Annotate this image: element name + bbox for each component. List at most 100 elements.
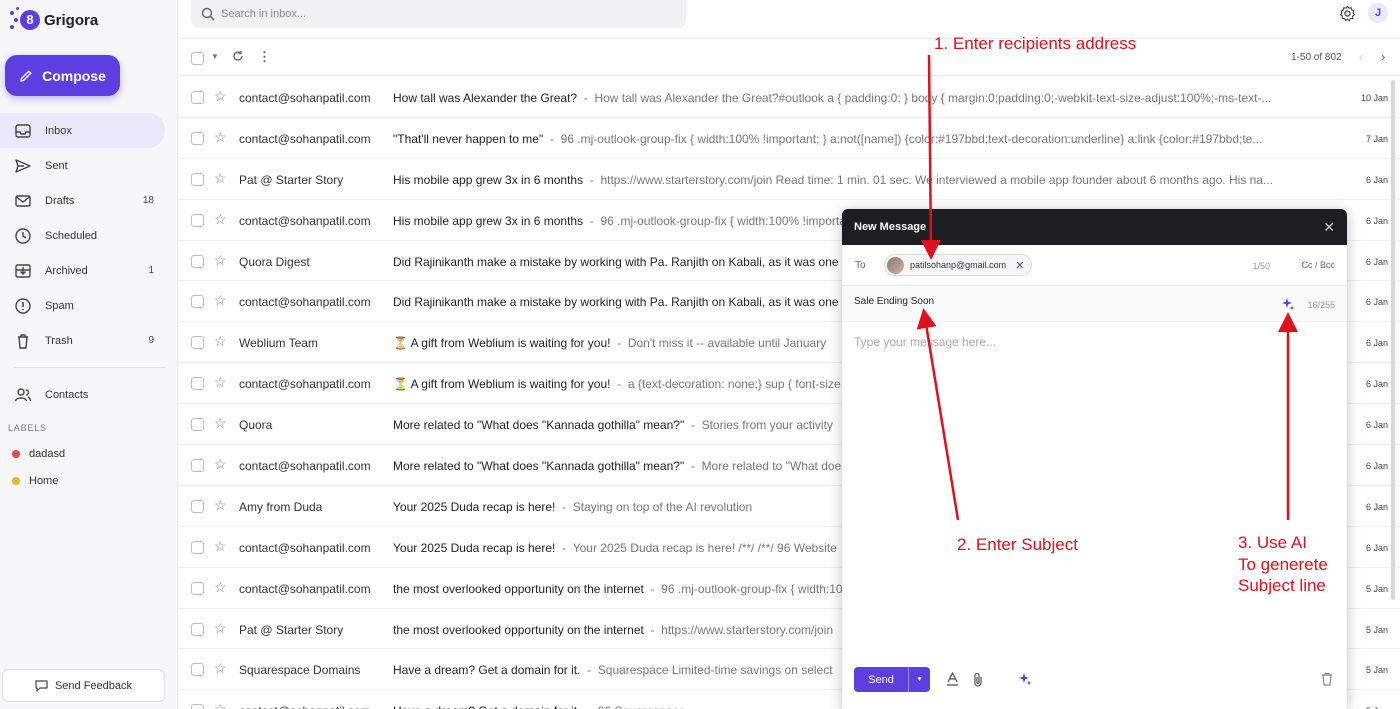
- star-icon[interactable]: ☆: [214, 579, 227, 596]
- sidebar-item-spam[interactable]: Spam: [0, 288, 178, 323]
- email-sender: contact@sohanpatil.com: [239, 581, 371, 596]
- star-icon[interactable]: ☆: [214, 456, 227, 473]
- email-select-checkbox[interactable]: [191, 704, 204, 709]
- send-feedback-button[interactable]: Send Feedback: [2, 669, 165, 702]
- sidebar-item-label: Inbox: [45, 124, 72, 137]
- recipient-chip[interactable]: patilsohanp@gmail.com ✕: [884, 254, 1033, 276]
- sidebar-item-label: Archived: [45, 264, 88, 277]
- email-sender: Quora Digest: [239, 254, 310, 269]
- star-icon[interactable]: ☆: [214, 497, 227, 514]
- star-icon[interactable]: ☆: [214, 538, 227, 555]
- labels-heading: LABELS: [8, 423, 47, 433]
- email-select-checkbox[interactable]: [191, 581, 204, 595]
- email-snippet: 96 .mj-outlook-group-fix { width:100%: [661, 581, 860, 596]
- list-scrollbar[interactable]: [1391, 80, 1395, 600]
- star-icon[interactable]: ☆: [214, 333, 227, 350]
- email-snippet-separator: -: [684, 418, 702, 433]
- star-icon[interactable]: ☆: [214, 129, 227, 146]
- star-icon[interactable]: ☆: [214, 701, 227, 709]
- message-body-placeholder[interactable]: Type your message here...: [854, 335, 996, 349]
- more-options-icon[interactable]: ⋮: [258, 49, 271, 65]
- star-icon[interactable]: ☆: [214, 170, 227, 187]
- email-select-checkbox[interactable]: [191, 131, 204, 145]
- star-icon[interactable]: ☆: [214, 660, 227, 677]
- label-item-dadasd[interactable]: dadasd: [12, 448, 65, 460]
- user-avatar[interactable]: J: [1368, 3, 1388, 23]
- email-select-checkbox[interactable]: [191, 336, 204, 350]
- logo-letter: 8: [20, 10, 40, 30]
- send-options-chevron-down-icon[interactable]: ▼: [909, 676, 930, 683]
- sidebar-item-label: Spam: [45, 299, 74, 312]
- email-select-checkbox[interactable]: [191, 213, 204, 227]
- compose-label: Compose: [42, 67, 106, 84]
- refresh-icon[interactable]: [232, 50, 244, 62]
- ai-sparkle-icon[interactable]: [1018, 672, 1032, 686]
- star-icon[interactable]: ☆: [214, 211, 227, 228]
- email-select-checkbox[interactable]: [191, 295, 204, 309]
- cc-bcc-toggle[interactable]: Cc / Bcc: [1301, 260, 1335, 270]
- search-input[interactable]: [221, 8, 661, 20]
- star-icon[interactable]: ☆: [214, 88, 227, 105]
- sidebar-item-drafts[interactable]: Drafts 18: [0, 183, 178, 218]
- archive-icon: [15, 263, 31, 278]
- email-row[interactable]: ☆ Pat @ Starter Story His mobile app grew …: [178, 159, 1400, 200]
- label-item-home[interactable]: Home: [12, 475, 58, 487]
- sidebar-item-scheduled[interactable]: Scheduled: [0, 218, 178, 253]
- sidebar-item-contacts[interactable]: Contacts: [0, 377, 178, 412]
- star-icon[interactable]: ☆: [214, 292, 227, 309]
- send-button[interactable]: Send ▼: [854, 667, 930, 692]
- email-select-checkbox[interactable]: [191, 418, 204, 432]
- email-date: 6 Jan: [1365, 215, 1388, 226]
- email-select-checkbox[interactable]: [191, 91, 204, 104]
- star-icon[interactable]: ☆: [214, 620, 227, 637]
- email-select-checkbox[interactable]: [191, 540, 204, 554]
- compose-footer: Send ▼: [842, 665, 1347, 709]
- email-snippet: https://www.starterstory.com/join Read t…: [600, 172, 1273, 187]
- sidebar-item-archived[interactable]: Archived 1: [0, 253, 178, 288]
- attachment-paperclip-icon[interactable]: [972, 672, 984, 687]
- recipients-field[interactable]: To patilsohanp@gmail.com ✕ 1/50 Cc / Bcc: [842, 245, 1347, 286]
- select-all-checkbox[interactable]: [191, 52, 204, 65]
- search-bar[interactable]: [191, 0, 686, 28]
- sidebar-item-inbox[interactable]: Inbox: [0, 113, 165, 148]
- close-icon[interactable]: ✕: [1323, 219, 1335, 236]
- sidebar-item-label: Drafts: [45, 194, 75, 207]
- select-options-chevron-down-icon[interactable]: ▼: [211, 52, 219, 61]
- ai-sparkle-icon[interactable]: [1281, 297, 1295, 311]
- email-row[interactable]: ☆ contact@sohanpatil.com "That'll never ha…: [178, 118, 1400, 159]
- settings-gear-icon[interactable]: [1339, 5, 1356, 22]
- email-select-checkbox[interactable]: [191, 499, 204, 513]
- prev-page-chevron-left-icon[interactable]: ‹: [1359, 49, 1363, 64]
- email-select-checkbox[interactable]: [191, 377, 204, 391]
- star-icon[interactable]: ☆: [214, 374, 227, 391]
- search-icon: [201, 7, 215, 21]
- star-icon[interactable]: ☆: [214, 415, 227, 432]
- email-sender: contact@sohanpatil.com: [239, 540, 371, 555]
- email-select-checkbox[interactable]: [191, 663, 204, 677]
- email-select-checkbox[interactable]: [191, 254, 204, 268]
- compose-window-header: New Message ✕: [842, 209, 1347, 245]
- app-logo[interactable]: 8 Grigora: [8, 7, 98, 33]
- email-subject: His mobile app grew 3x in 6 months: [393, 213, 584, 228]
- next-page-chevron-right-icon[interactable]: ›: [1381, 49, 1385, 64]
- email-row[interactable]: ☆ contact@sohanpatil.com How tall was Alex…: [178, 77, 1400, 118]
- annotation-step-3-line-1: 3. Use AI: [1238, 533, 1307, 552]
- discard-trash-icon[interactable]: [1321, 672, 1333, 686]
- email-select-checkbox[interactable]: [191, 459, 204, 473]
- email-select-checkbox[interactable]: [191, 622, 204, 636]
- subject-input[interactable]: [854, 296, 1254, 307]
- email-subject: More related to "What does "Kannada goth…: [393, 459, 685, 474]
- email-sender: contact@sohanpatil.com: [239, 459, 371, 474]
- text-format-icon[interactable]: [946, 672, 959, 686]
- email-content: His mobile app grew 3x in 6 months - htt…: [393, 173, 1303, 187]
- email-select-checkbox[interactable]: [191, 172, 204, 186]
- compose-button[interactable]: Compose: [5, 55, 120, 96]
- email-sender: contact@sohanpatil.com: [239, 704, 389, 709]
- app-name: Grigora: [44, 11, 99, 29]
- email-sender: contact@sohanpatil.com: [239, 131, 371, 146]
- sidebar-item-trash[interactable]: Trash 9: [0, 323, 178, 358]
- remove-recipient-close-icon[interactable]: ✕: [1015, 259, 1024, 272]
- alert-icon: [15, 297, 31, 314]
- sidebar-item-sent[interactable]: Sent: [0, 148, 178, 183]
- star-icon[interactable]: ☆: [214, 252, 227, 269]
